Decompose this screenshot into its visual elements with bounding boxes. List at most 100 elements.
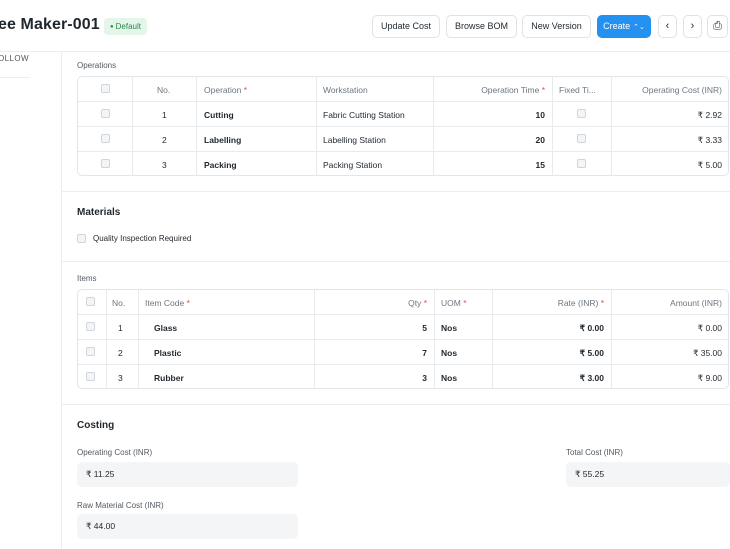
rate-cell[interactable]: ₹ 0.00	[493, 323, 604, 334]
column-header-operation-label: Operation	[204, 85, 242, 95]
column-header-workstation: Workstation	[323, 85, 368, 95]
sidebar-divider	[0, 77, 30, 78]
required-marker: *	[243, 85, 248, 95]
column-header-operation-time-label: Operation Time	[481, 85, 540, 95]
rate-cell[interactable]: ₹ 5.00	[493, 348, 604, 359]
follow-link[interactable]: OLLOW	[0, 54, 29, 63]
table-divider	[552, 77, 553, 175]
uom-cell[interactable]: Nos	[441, 373, 457, 383]
content-divider	[61, 52, 62, 549]
operating-cost-cell[interactable]: ₹ 5.00	[612, 160, 722, 171]
items-label: Items	[77, 274, 97, 283]
update-cost-button[interactable]: Update Cost	[372, 15, 440, 38]
operation-time-cell[interactable]: 20	[433, 135, 545, 145]
row-number: 2	[118, 348, 123, 358]
raw-material-cost-label: Raw Material Cost (INR)	[77, 501, 164, 510]
fixed-time-checkbox[interactable]	[577, 134, 586, 143]
amount-cell[interactable]: ₹ 9.00	[612, 373, 722, 384]
page-header: ee Maker-001 ● Default Update Cost Browse…	[0, 0, 730, 52]
page-title: ee Maker-001	[0, 16, 100, 33]
table-divider	[78, 364, 728, 365]
select-caret-icon: ⌃⌄	[633, 24, 645, 31]
operation-cell[interactable]: Packing	[204, 160, 237, 170]
operation-cell[interactable]: Cutting	[204, 110, 234, 120]
next-button[interactable]: ›	[683, 15, 702, 38]
browse-bom-button[interactable]: Browse BOM	[446, 15, 517, 38]
column-header-uom: UOM *	[441, 298, 467, 308]
table-divider	[78, 101, 728, 102]
required-marker: *	[423, 298, 427, 308]
raw-material-cost-field[interactable]: ₹ 44.00	[77, 514, 298, 539]
required-marker: *	[600, 298, 604, 308]
column-header-amount: Amount (INR)	[670, 298, 722, 308]
table-divider	[138, 290, 139, 388]
row-checkbox[interactable]	[86, 347, 95, 356]
quality-inspection-label: Quality Inspection Required	[93, 234, 192, 243]
row-checkbox[interactable]	[101, 159, 110, 168]
workstation-cell[interactable]: Labelling Station	[323, 135, 386, 145]
operation-cell[interactable]: Labelling	[204, 135, 241, 145]
workstation-cell[interactable]: Packing Station	[323, 160, 382, 170]
create-button[interactable]: Create ⌃⌄	[597, 15, 651, 38]
required-marker: *	[541, 85, 545, 95]
column-header-qty-label: Qty	[408, 298, 422, 308]
item-code-cell[interactable]: Glass	[154, 323, 177, 333]
select-all-checkbox[interactable]	[86, 297, 95, 306]
item-code-cell[interactable]: Plastic	[154, 348, 181, 358]
table-divider	[78, 339, 728, 340]
costing-heading: Costing	[77, 420, 115, 431]
status-badge: ● Default	[104, 18, 147, 35]
printer-icon: ⎙	[713, 20, 722, 32]
operating-cost-cell[interactable]: ₹ 3.33	[612, 135, 722, 146]
fixed-time-checkbox[interactable]	[577, 109, 586, 118]
create-button-label: Create	[603, 21, 631, 31]
row-number: 2	[162, 135, 167, 145]
qty-cell[interactable]: 7	[315, 348, 427, 358]
row-checkbox[interactable]	[86, 322, 95, 331]
uom-cell[interactable]: Nos	[441, 348, 457, 358]
materials-heading: Materials	[77, 207, 121, 218]
operating-cost-field[interactable]: ₹ 11.25	[77, 462, 298, 487]
select-all-checkbox[interactable]	[101, 84, 110, 93]
column-header-rate-label: Rate (INR)	[557, 298, 599, 308]
rate-cell[interactable]: ₹ 3.00	[493, 373, 604, 384]
row-checkbox[interactable]	[86, 372, 95, 381]
table-divider	[78, 126, 728, 127]
table-divider	[434, 290, 435, 388]
table-divider	[316, 77, 317, 175]
column-header-item-code-label: Item Code	[145, 298, 185, 308]
row-checkbox[interactable]	[101, 134, 110, 143]
operation-time-cell[interactable]: 10	[433, 110, 545, 120]
total-cost-field[interactable]: ₹ 55.25	[566, 462, 730, 487]
column-header-fixed-time: Fixed Ti...	[559, 85, 596, 95]
item-code-cell[interactable]: Rubber	[154, 373, 184, 383]
row-checkbox[interactable]	[101, 109, 110, 118]
amount-cell[interactable]: ₹ 0.00	[612, 323, 722, 334]
fixed-time-checkbox[interactable]	[577, 159, 586, 168]
table-divider	[78, 314, 728, 315]
operating-cost-label: Operating Cost (INR)	[77, 448, 153, 457]
column-header-qty: Qty *	[315, 298, 427, 308]
table-divider	[78, 151, 728, 152]
column-header-rate: Rate (INR) *	[493, 298, 604, 308]
column-header-no: No.	[112, 298, 126, 308]
operation-time-cell[interactable]: 15	[433, 160, 545, 170]
row-number: 3	[118, 373, 123, 383]
uom-cell[interactable]: Nos	[441, 323, 457, 333]
print-button[interactable]: ⎙	[707, 15, 728, 38]
quality-inspection-checkbox[interactable]	[77, 234, 86, 243]
row-number: 1	[118, 323, 123, 333]
operating-cost-cell[interactable]: ₹ 2.92	[612, 110, 722, 121]
row-number: 3	[162, 160, 167, 170]
amount-cell[interactable]: ₹ 35.00	[612, 348, 722, 359]
new-version-button[interactable]: New Version	[522, 15, 591, 38]
operations-label: Operations	[77, 61, 117, 70]
qty-cell[interactable]: 5	[315, 323, 427, 333]
section-divider	[62, 404, 730, 405]
column-header-uom-label: UOM	[441, 298, 461, 308]
workstation-cell[interactable]: Fabric Cutting Station	[323, 110, 405, 120]
qty-cell[interactable]: 3	[315, 373, 427, 383]
previous-button[interactable]: ‹	[658, 15, 677, 38]
section-divider	[62, 261, 730, 262]
column-header-operation: Operation *	[204, 85, 247, 95]
